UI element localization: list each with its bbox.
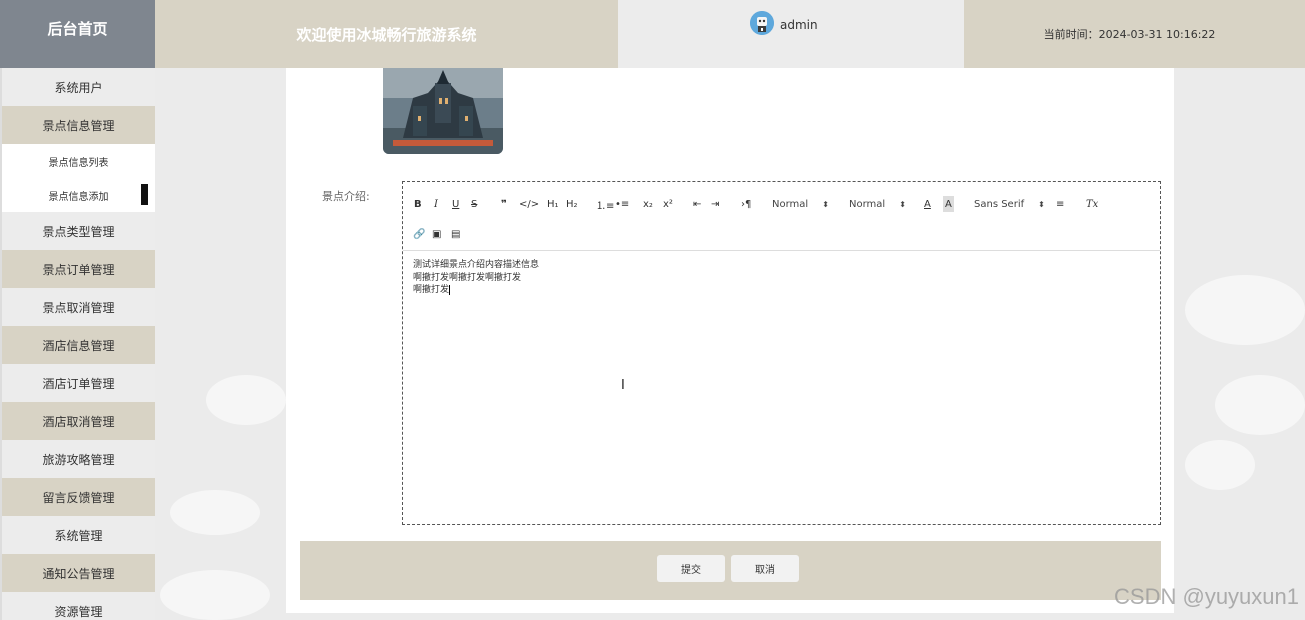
header-select[interactable]: Normal ⬍ xyxy=(772,196,829,212)
background-color-icon[interactable]: A xyxy=(943,196,954,212)
sidebar-item-attraction-cancel[interactable]: 景点取消管理 xyxy=(0,288,155,326)
form-panel: 景点介绍: B I U S ❞ </> H₁ H₂ ⒈≡ •≡ x₂ x² ⇤ … xyxy=(286,68,1174,613)
sidebar-item-label: 系统管理 xyxy=(54,528,103,543)
sidebar-item-hotel-orders[interactable]: 酒店订单管理 xyxy=(0,364,155,402)
sidebar-item-hotel-info[interactable]: 酒店信息管理 xyxy=(0,326,155,364)
subscript-button[interactable]: x₂ xyxy=(643,196,653,212)
sidebar-subitem-attraction-add[interactable]: 景点信息添加 xyxy=(0,178,155,212)
avatar-icon[interactable] xyxy=(750,11,774,35)
watermark: CSDN @yuyuxun1 xyxy=(1114,584,1299,609)
intro-label: 景点介绍: xyxy=(322,190,370,203)
sidebar-item-announcements[interactable]: 通知公告管理 xyxy=(0,554,155,592)
text-direction-icon[interactable]: ›¶ xyxy=(741,196,751,212)
bullet-list-icon[interactable]: •≡ xyxy=(615,196,629,212)
ibeam-cursor-icon: I xyxy=(621,378,625,393)
sidebar-item-label: 酒店信息管理 xyxy=(42,338,115,353)
content-line: 啊撤打发 xyxy=(413,285,450,295)
active-indicator xyxy=(141,184,148,205)
font-select[interactable]: Sans Serif ⬍ xyxy=(974,196,1045,212)
submit-button[interactable]: 提交 xyxy=(657,555,725,582)
bg-bubble xyxy=(160,570,270,620)
bg-bubble xyxy=(1215,375,1305,435)
logo-home-link[interactable]: 后台首页 xyxy=(0,0,155,68)
blockquote-icon[interactable]: ❞ xyxy=(501,196,507,212)
bold-button[interactable]: B xyxy=(414,196,422,212)
link-icon[interactable]: 🔗 xyxy=(413,226,425,242)
user-area[interactable]: admin xyxy=(618,0,964,68)
attraction-image-preview[interactable] xyxy=(383,68,503,154)
sidebar-item-label: 景点信息列表 xyxy=(48,157,109,169)
sidebar-item-label: 景点信息添加 xyxy=(48,191,109,203)
size-select[interactable]: Normal ⬍ xyxy=(849,196,906,212)
sidebar-item-label: 酒店取消管理 xyxy=(42,414,115,429)
username[interactable]: admin xyxy=(780,18,818,32)
indent-icon[interactable]: ⇥ xyxy=(711,196,719,212)
sidebar-item-travel-guides[interactable]: 旅游攻略管理 xyxy=(0,440,155,478)
sidebar-item-system-users[interactable]: 系统用户 xyxy=(0,68,155,106)
sidebar-item-feedback[interactable]: 留言反馈管理 xyxy=(0,478,155,516)
logo-text: 后台首页 xyxy=(47,19,108,38)
video-icon[interactable]: ▤ xyxy=(451,226,460,242)
content-line: 测试详细景点介绍内容描述信息 xyxy=(413,260,540,270)
top-header: 后台首页 欢迎使用冰城畅行旅游系统 admin 当前时间： 2024-03-31 … xyxy=(0,0,1305,68)
sidebar-item-hotel-cancel[interactable]: 酒店取消管理 xyxy=(0,402,155,440)
text-color-icon[interactable]: A xyxy=(924,196,931,212)
sidebar-item-label: 景点取消管理 xyxy=(42,300,115,315)
code-icon[interactable]: </> xyxy=(519,196,539,212)
bg-bubble xyxy=(206,375,286,425)
rich-text-editor[interactable]: B I U S ❞ </> H₁ H₂ ⒈≡ •≡ x₂ x² ⇤ ⇥ ›¶ N… xyxy=(402,181,1161,525)
sidebar-subitem-attraction-list[interactable]: 景点信息列表 xyxy=(0,144,155,178)
h2-button[interactable]: H₂ xyxy=(566,196,578,212)
ordered-list-icon[interactable]: ⒈≡ xyxy=(596,196,614,212)
sidebar-item-attraction-type[interactable]: 景点类型管理 xyxy=(0,212,155,250)
editor-content[interactable]: 测试详细景点介绍内容描述信息 啊撤打发啊撤打发啊撤打发 啊撤打发 xyxy=(403,251,1160,305)
sidebar-item-label: 通知公告管理 xyxy=(42,566,115,581)
select-arrow-icon: ⬍ xyxy=(1038,199,1045,209)
content-line: 啊撤打发啊撤打发啊撤打发 xyxy=(413,272,522,283)
current-time: 当前时间： 2024-03-31 10:16:22 xyxy=(964,0,1305,68)
strike-button[interactable]: S xyxy=(471,196,477,212)
font-select-value: Sans Serif xyxy=(974,198,1025,210)
system-title: 欢迎使用冰城畅行旅游系统 xyxy=(155,0,618,68)
sidebar-item-label: 旅游攻略管理 xyxy=(42,452,115,467)
sidebar-item-attraction-orders[interactable]: 景点订单管理 xyxy=(0,250,155,288)
sidebar-item-system-management[interactable]: 系统管理 xyxy=(0,516,155,554)
select-arrow-icon: ⬍ xyxy=(899,199,906,209)
editor-toolbar: B I U S ❞ </> H₁ H₂ ⒈≡ •≡ x₂ x² ⇤ ⇥ ›¶ N… xyxy=(403,182,1160,251)
underline-button[interactable]: U xyxy=(452,196,459,212)
sidebar-item-label: 留言反馈管理 xyxy=(42,490,115,505)
system-title-text: 欢迎使用冰城畅行旅游系统 xyxy=(296,25,477,44)
bg-bubble xyxy=(1185,440,1255,490)
outdent-icon[interactable]: ⇤ xyxy=(693,196,701,212)
header-select-value: Normal xyxy=(772,198,809,210)
cancel-button[interactable]: 取消 xyxy=(731,555,799,582)
bg-bubble xyxy=(1185,275,1305,345)
sidebar-item-resources[interactable]: 资源管理 xyxy=(0,592,155,620)
time-label: 当前时间： xyxy=(1043,28,1099,41)
sidebar-item-label: 资源管理 xyxy=(54,604,103,619)
select-arrow-icon: ⬍ xyxy=(822,199,829,209)
text-caret xyxy=(449,284,451,295)
sidebar-item-label: 景点类型管理 xyxy=(42,224,115,239)
action-bar: 提交 取消 xyxy=(300,541,1161,600)
italic-button[interactable]: I xyxy=(434,196,438,212)
time-value: 2024-03-31 10:16:22 xyxy=(1098,27,1216,41)
sidebar-menu: 系统用户 景点信息管理 景点信息列表 景点信息添加 景点类型管理 景点订单管理 … xyxy=(0,68,155,620)
size-select-value: Normal xyxy=(849,198,886,210)
image-icon[interactable]: ▣ xyxy=(432,226,441,242)
clear-format-icon[interactable]: Tx xyxy=(1086,196,1098,212)
sidebar-item-label: 系统用户 xyxy=(54,80,103,95)
superscript-button[interactable]: x² xyxy=(663,196,673,212)
sidebar-item-label: 景点订单管理 xyxy=(42,262,115,277)
sidebar-item-label: 酒店订单管理 xyxy=(42,376,115,391)
h1-button[interactable]: H₁ xyxy=(547,196,559,212)
align-icon[interactable]: ≡ xyxy=(1056,196,1064,212)
sidebar-item-label: 景点信息管理 xyxy=(42,118,115,133)
sidebar-item-attraction-info[interactable]: 景点信息管理 xyxy=(0,106,155,144)
bg-bubble xyxy=(170,490,260,535)
